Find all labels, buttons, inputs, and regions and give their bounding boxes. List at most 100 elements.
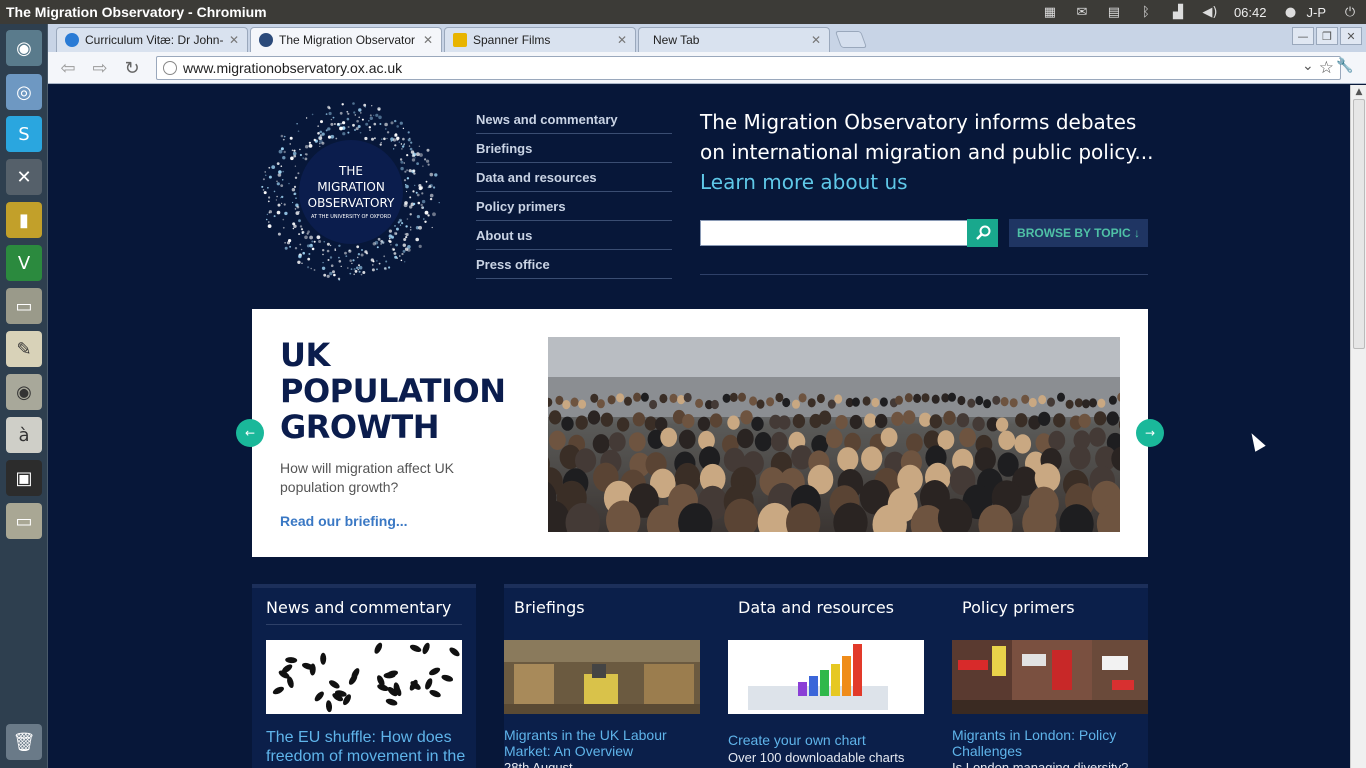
drupal-favicon-icon <box>65 33 79 47</box>
logo-line-3: OBSERVATORY <box>308 196 395 210</box>
tab-new-tab[interactable]: New Tab ✕ <box>638 27 830 52</box>
clipboard-icon[interactable]: ▤ <box>1098 0 1130 24</box>
user-icon[interactable]: ● <box>1275 0 1307 24</box>
warehouse-photo[interactable] <box>504 640 700 714</box>
window-controls: — ❐ ✕ <box>1292 27 1362 45</box>
tab-strip: Curriculum Vitæ: Dr John- ✕ The Migratio… <box>48 24 1366 52</box>
search-input[interactable] <box>700 220 970 246</box>
dash-home-icon[interactable]: ◉ <box>6 30 42 66</box>
create-chart-subtext: Over 100 downloadable charts <box>728 750 905 765</box>
trash-icon[interactable]: 🗑 <box>6 724 42 760</box>
search-icon <box>975 225 990 240</box>
system-tools-icon[interactable]: ✕ <box>6 159 42 195</box>
vim-icon[interactable]: V <box>6 245 42 281</box>
tagline-text: The Migration Observatory informs debate… <box>700 110 1154 164</box>
hero-read-briefing-link[interactable]: Read our briefing... <box>280 513 408 529</box>
scroll-up-arrow-icon[interactable]: ▲ <box>1351 85 1366 99</box>
usb-device-icon[interactable]: ▮ <box>6 202 42 238</box>
policy-primers-article-link[interactable]: Migrants in London: Policy Challenges <box>952 727 1148 759</box>
text-editor-icon[interactable]: ✎ <box>6 331 42 367</box>
mouse-cursor <box>1246 430 1266 452</box>
page-scrollbar[interactable]: ▲ <box>1350 85 1366 768</box>
migration-observatory-logo[interactable]: THE MIGRATION OBSERVATORY AT THE UNIVERS… <box>258 99 444 285</box>
close-tab-icon[interactable]: ✕ <box>229 33 239 47</box>
close-tab-icon[interactable]: ✕ <box>423 33 433 47</box>
clock[interactable]: 06:42 <box>1226 5 1275 20</box>
briefings-heading[interactable]: Briefings <box>514 598 585 617</box>
search-button[interactable] <box>967 219 998 247</box>
page-viewport: THE MIGRATION OBSERVATORY AT THE UNIVERS… <box>48 85 1350 768</box>
forward-icon[interactable]: ⇨ <box>88 57 112 79</box>
bar-chart-illustration[interactable] <box>728 640 924 714</box>
tab-label: The Migration Observator <box>279 33 416 47</box>
briefings-article-link[interactable]: Migrants in the UK Labour Market: An Ove… <box>504 727 700 759</box>
wrench-menu-icon[interactable]: 🔧 <box>1336 58 1353 74</box>
power-icon[interactable]: ⏻ <box>1334 0 1366 24</box>
header-divider <box>700 274 1148 275</box>
scrollbar-thumb[interactable] <box>1353 99 1365 349</box>
news-heading[interactable]: News and commentary <box>266 598 462 625</box>
spanner-favicon-icon <box>453 33 467 47</box>
dropdown-chevron-icon[interactable]: ⌄ <box>1302 58 1314 74</box>
files-icon[interactable]: ▭ <box>6 288 42 324</box>
back-icon[interactable]: ⇦ <box>56 57 80 79</box>
close-tab-icon[interactable]: ✕ <box>617 33 627 47</box>
featured-columns: Briefings Migrants in the UK Labour Mark… <box>504 584 1148 768</box>
mail-icon[interactable]: ✉ <box>1066 0 1098 24</box>
nav-press-office[interactable]: Press office <box>476 250 672 279</box>
url-text[interactable]: www.migrationobservatory.ox.ac.uk <box>183 60 1319 76</box>
nav-briefings[interactable]: Briefings <box>476 134 672 163</box>
address-bar[interactable]: www.migrationobservatory.ox.ac.uk ☆ <box>156 56 1341 80</box>
carousel-next-arrow-icon[interactable]: → <box>1136 419 1164 447</box>
nav-policy-primers[interactable]: Policy primers <box>476 192 672 221</box>
browser-toolbar: ⇦ ⇨ ↻ www.migrationobservatory.ox.ac.uk … <box>48 52 1366 84</box>
london-street-photo[interactable] <box>952 640 1148 714</box>
create-chart-link[interactable]: Create your own chart <box>728 732 924 748</box>
new-tab-button[interactable] <box>834 31 868 48</box>
news-article-link[interactable]: The EU shuffle: How does freedom of move… <box>266 728 466 766</box>
tab-cv[interactable]: Curriculum Vitæ: Dr John- ✕ <box>56 27 248 52</box>
os-top-panel: The Migration Observatory - Chromium ▦ ✉… <box>0 0 1366 24</box>
launcher: ◉ ◎ S ✕ ▮ V ▭ ✎ ◉ à ▣ ▭ 🗑 <box>0 24 48 768</box>
nav-news-and-commentary[interactable]: News and commentary <box>476 105 672 134</box>
tab-label: Spanner Films <box>473 33 551 47</box>
keyboard-icon[interactable]: ▦ <box>1034 0 1066 24</box>
tab-label: New Tab <box>653 33 700 47</box>
news-section: News and commentary The EU shuffle: How … <box>252 584 476 768</box>
terminal-icon[interactable]: ▣ <box>6 460 42 496</box>
restore-button[interactable]: ❐ <box>1316 27 1338 45</box>
browse-by-topic-button[interactable]: BROWSE BY TOPIC ↓ <box>1009 219 1148 247</box>
reload-icon[interactable]: ↻ <box>120 57 144 79</box>
network-signal-icon[interactable]: ▟ <box>1162 0 1194 24</box>
minimize-button[interactable]: — <box>1292 27 1314 45</box>
system-tray: ▦ ✉ ▤ ᛒ ▟ ◀) 06:42 ● J-P ⏻ <box>1034 0 1366 24</box>
folder-icon[interactable]: ▭ <box>6 503 42 539</box>
volume-icon[interactable]: ◀) <box>1194 0 1226 24</box>
logo-line-4: AT THE UNIVERSITY OF OXFORD <box>311 214 391 220</box>
policy-primers-heading[interactable]: Policy primers <box>962 598 1075 617</box>
close-window-button[interactable]: ✕ <box>1340 27 1362 45</box>
main-navigation: News and commentary Briefings Data and r… <box>476 105 672 279</box>
learn-more-link[interactable]: Learn more about us <box>700 167 1160 197</box>
carousel-prev-arrow-icon[interactable]: ← <box>236 419 264 447</box>
observatory-favicon-icon <box>259 33 273 47</box>
close-tab-icon[interactable]: ✕ <box>811 33 821 47</box>
tab-migration-observatory[interactable]: The Migration Observator ✕ <box>250 27 442 52</box>
footprints-illustration[interactable] <box>266 640 462 714</box>
user-name[interactable]: J-P <box>1307 5 1335 20</box>
speaker-icon[interactable]: ◉ <box>6 374 42 410</box>
hero-description: How will migration affect UK population … <box>280 460 455 495</box>
window-title: The Migration Observatory - Chromium <box>6 4 267 20</box>
site-tagline: The Migration Observatory informs debate… <box>700 107 1160 197</box>
chromium-icon[interactable]: ◎ <box>6 74 42 110</box>
nav-about-us[interactable]: About us <box>476 221 672 250</box>
data-resources-heading[interactable]: Data and resources <box>738 598 894 617</box>
tab-spanner-films[interactable]: Spanner Films ✕ <box>444 27 636 52</box>
logo-line-2: MIGRATION <box>317 180 385 194</box>
skype-icon[interactable]: S <box>6 116 42 152</box>
character-map-icon[interactable]: à <box>6 417 42 453</box>
nav-data-and-resources[interactable]: Data and resources <box>476 163 672 192</box>
crowd-photo[interactable] <box>548 337 1120 532</box>
policy-primers-article-subtext: Is London managing diversity? <box>952 760 1129 768</box>
bluetooth-icon[interactable]: ᛒ <box>1130 0 1162 24</box>
